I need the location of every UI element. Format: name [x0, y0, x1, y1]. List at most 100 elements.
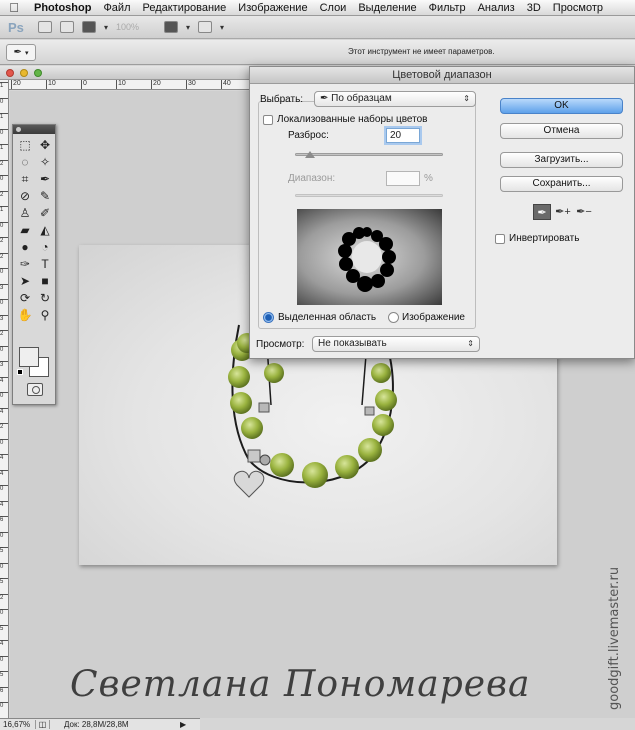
chevron-down-icon[interactable]: ▾	[186, 23, 190, 32]
minimize-window-button[interactable]	[20, 69, 28, 77]
ruler-tick: 3	[0, 314, 8, 323]
ps-logo: Ps	[8, 19, 24, 35]
paint-bucket-icon[interactable]: ◭	[35, 222, 55, 239]
apple-icon[interactable]: 	[0, 0, 28, 15]
fuzziness-input[interactable]: 20	[386, 128, 420, 143]
status-menu-arrow-icon[interactable]: ▶	[180, 720, 186, 729]
status-info-icon[interactable]: ◫	[36, 720, 50, 729]
radio-image[interactable]	[388, 312, 399, 323]
menu-view[interactable]: Просмотр	[547, 0, 609, 15]
close-window-button[interactable]	[6, 69, 14, 77]
invert-label[interactable]: Инвертировать	[509, 233, 579, 244]
magic-wand-icon[interactable]: ✧	[35, 154, 55, 171]
fuzziness-slider-thumb[interactable]	[304, 151, 315, 158]
move-icon[interactable]: ✥	[35, 137, 55, 154]
menu-file[interactable]: Файл	[97, 0, 136, 15]
status-zoom[interactable]: 16,67%	[0, 720, 36, 729]
ruler-tick: 4	[0, 469, 8, 478]
cancel-button[interactable]: Отмена	[500, 123, 623, 139]
screen-mode-icon[interactable]	[198, 21, 213, 33]
eraser-icon[interactable]: ▰	[15, 222, 35, 239]
localized-label[interactable]: Локализованные наборы цветов	[277, 114, 427, 125]
status-doc-size: Док: 28,8M/28,8M	[64, 720, 129, 729]
load-button[interactable]: Загрузить...	[500, 152, 623, 168]
range-slider-track[interactable]	[295, 194, 443, 197]
history-brush-icon[interactable]: ✐	[35, 205, 55, 222]
ok-button[interactable]: OK	[500, 98, 623, 114]
menu-3d[interactable]: 3D	[521, 0, 547, 15]
bridge-icon[interactable]	[38, 21, 52, 33]
pen-icon[interactable]: ✑	[15, 256, 35, 273]
crop-icon[interactable]: ⌗	[15, 171, 35, 188]
path-select-icon[interactable]: ➤	[15, 273, 35, 290]
quick-mask-icon[interactable]	[27, 383, 43, 396]
ruler-tick: 0	[0, 268, 8, 276]
document-titlebar	[0, 66, 250, 80]
localized-checkbox[interactable]	[263, 115, 273, 125]
menu-image[interactable]: Изображение	[232, 0, 313, 15]
lasso-icon[interactable]: ◌	[15, 154, 35, 171]
color-range-dialog: Цветовой диапазон Выбрать: ✒ По образцам…	[249, 66, 635, 359]
preview-dropdown[interactable]: Не показывать ⇕	[312, 336, 480, 352]
view-extras-icon[interactable]	[82, 21, 96, 33]
ruler-tick: 0	[0, 392, 8, 400]
ruler-tick: 0	[0, 221, 8, 230]
arrange-documents-icon[interactable]	[164, 21, 179, 33]
eyedropper-icon[interactable]: ✒	[533, 204, 551, 220]
chevron-down-icon[interactable]: ▾	[220, 23, 224, 32]
ruler-vertical[interactable]: 1 0 1 0 1 2 0 2 1 0 2 2 0 3 0 3 2 0 3 4 0 4 2 0 4 4 0 4 6 0 5 0 5 2 0 5 4 0 5 6…	[0, 80, 9, 718]
selection-preview[interactable]	[297, 209, 442, 305]
menu-analysis[interactable]: Анализ	[472, 0, 521, 15]
ruler-tick: 3	[0, 361, 8, 369]
menu-layers[interactable]: Слои	[314, 0, 353, 15]
dodge-icon[interactable]: ◔	[35, 239, 55, 256]
blur-icon[interactable]: ●	[15, 239, 35, 256]
zoom-icon[interactable]: ⚲	[35, 307, 55, 324]
site-watermark: goodgift.livemaster.ru	[607, 566, 622, 710]
dialog-title[interactable]: Цветовой диапазон	[250, 67, 634, 84]
type-icon[interactable]: T	[35, 256, 55, 273]
menu-select[interactable]: Выделение	[352, 0, 422, 15]
eyedropper-plus-icon[interactable]: ✒+	[554, 204, 572, 220]
fuzziness-slider-track[interactable]	[295, 153, 443, 156]
zoom-level-select[interactable]: 100%	[116, 22, 156, 32]
ruler-tick: 1	[0, 113, 8, 121]
zoom-window-button[interactable]	[34, 69, 42, 77]
tools-panel-header[interactable]	[13, 125, 55, 134]
author-signature: Светлана Пономарева	[70, 664, 531, 705]
close-icon[interactable]	[16, 127, 21, 132]
range-input[interactable]	[386, 171, 420, 186]
hand-icon[interactable]: ✋	[15, 307, 35, 324]
menu-edit[interactable]: Редактирование	[136, 0, 232, 15]
brush-icon[interactable]: ✎	[35, 188, 55, 205]
eyedropper-icon[interactable]: ✒	[35, 171, 55, 188]
tool-preset-picker[interactable]: ✒ ▾	[6, 44, 36, 61]
eyedropper-minus-icon[interactable]: ✒−	[575, 204, 593, 220]
marquee-icon[interactable]: ⬚	[15, 137, 35, 154]
foreground-color-swatch[interactable]	[19, 347, 39, 367]
ruler-horizontal[interactable]: 20 10 0 10 20 30 40	[9, 80, 249, 90]
ruler-tick: 6	[0, 516, 8, 524]
save-button[interactable]: Сохранить...	[500, 176, 623, 192]
ruler-tick: 40	[221, 80, 231, 89]
healing-brush-icon[interactable]: ⊘	[15, 188, 35, 205]
menu-filter[interactable]: Фильтр	[423, 0, 472, 15]
3d-orbit-icon[interactable]: ↻	[35, 290, 55, 307]
radio-selection-label[interactable]: Выделенная область	[278, 312, 376, 323]
shape-icon[interactable]: ■	[35, 273, 55, 290]
ruler-tick: 6	[0, 686, 8, 695]
clone-stamp-icon[interactable]: ♙	[15, 205, 35, 222]
3d-rotate-icon[interactable]: ⟳	[15, 290, 35, 307]
radio-selection[interactable]	[263, 312, 274, 323]
default-colors-icon[interactable]	[17, 369, 23, 375]
radio-image-label[interactable]: Изображение	[402, 312, 465, 323]
chevron-down-icon[interactable]: ▾	[104, 23, 108, 32]
select-dropdown[interactable]: ✒ По образцам ⇕	[314, 91, 476, 107]
menu-photoshop[interactable]: Photoshop	[28, 0, 97, 15]
chevron-down-icon: ▾	[24, 49, 29, 57]
mini-bridge-icon[interactable]	[60, 21, 74, 33]
ruler-tick: 0	[0, 175, 8, 183]
ruler-tick: 20	[151, 80, 161, 89]
ruler-tick: 2	[0, 423, 8, 431]
invert-checkbox[interactable]	[495, 234, 505, 244]
